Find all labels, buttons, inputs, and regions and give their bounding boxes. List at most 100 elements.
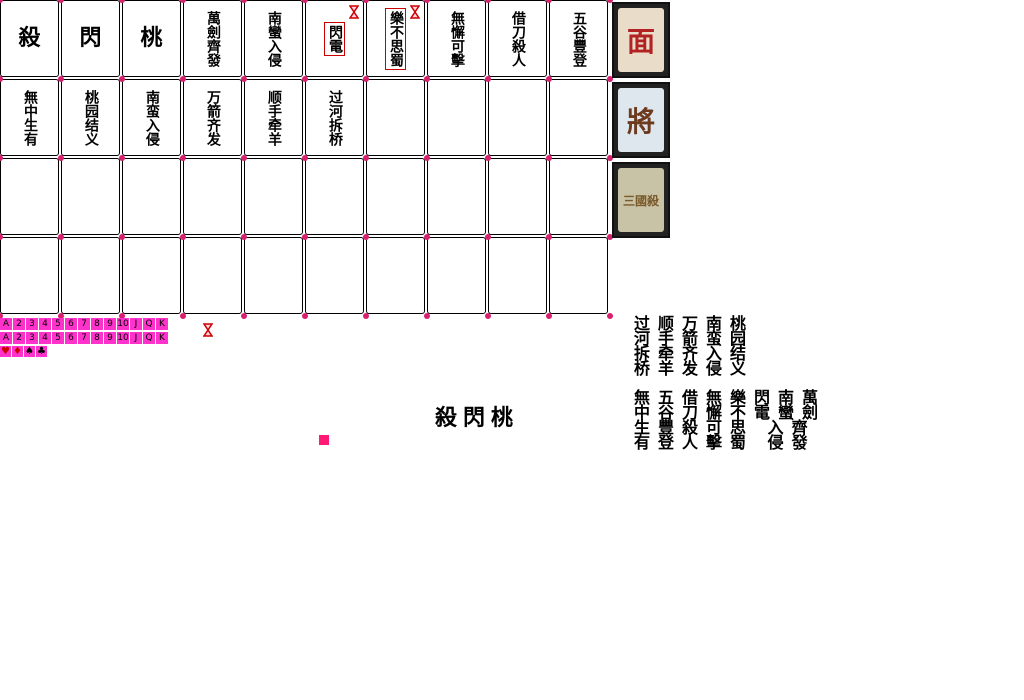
hourglass-icon: [203, 323, 213, 337]
rank-sprite: 3: [26, 332, 38, 344]
grid-corner-dot: [180, 234, 186, 240]
grid-corner-dot: [302, 155, 308, 161]
card-name: 五谷豐登: [571, 10, 587, 67]
glyph-block-traditional: 無五借無樂閃南萬 中谷刀懈不電蠻劍 生豐殺可思 入齊 有登人擊蜀 侵發: [634, 390, 826, 451]
rank-sprite: 2: [13, 332, 25, 344]
glyph-block-simplified: 过顺万南桃 河手箭蛮园 拆牵齐入结 桥羊发侵义: [634, 316, 755, 378]
card-grid: 殺 閃 桃 萬劍齊發 南蠻入侵 閃電 樂不思蜀 無懈可擊 借刀殺人 五谷豐登無中生有 桃园结义 南蛮入…: [0, 0, 613, 319]
card-slot[interactable]: 五谷豐登: [549, 0, 608, 77]
rank-sprite: 5: [52, 332, 64, 344]
grid-corner-dot: [546, 313, 552, 319]
rank-sprite: 8: [91, 318, 103, 330]
card-name: 萬劍齊發: [205, 10, 221, 67]
rank-sprite-row-1: A 2 3 4 5 6 7 8 9 10 J Q K: [0, 318, 169, 331]
grid-corner-dot: [546, 76, 552, 82]
card-slot[interactable]: [366, 237, 425, 314]
face-mask-card-art: 面: [618, 8, 664, 72]
card-name: 桃: [140, 25, 163, 51]
rank-sprite: 5: [52, 318, 64, 330]
grid-corner-dot: [363, 155, 369, 161]
card-slot[interactable]: [366, 79, 425, 156]
grid-corner-dot: [302, 234, 308, 240]
general-card[interactable]: 將: [612, 82, 670, 158]
rank-sprite: 3: [26, 318, 38, 330]
card-slot[interactable]: 桃: [122, 0, 181, 77]
rank-sprite: 2: [13, 318, 25, 330]
rank-sprite: 9: [104, 318, 116, 330]
card-slot[interactable]: [122, 158, 181, 235]
card-slot[interactable]: [61, 237, 120, 314]
general-card-art: 將: [618, 88, 664, 152]
card-slot[interactable]: [549, 79, 608, 156]
grid-corner-dot: [241, 234, 247, 240]
face-mask-card[interactable]: 面: [612, 2, 670, 78]
rank-sprite: Q: [143, 318, 155, 330]
card-slot[interactable]: [122, 237, 181, 314]
card-slot[interactable]: [0, 158, 59, 235]
card-slot[interactable]: 無懈可擊: [427, 0, 486, 77]
suit-icon: ♣: [36, 346, 47, 357]
card-slot[interactable]: 南蛮入侵: [122, 79, 181, 156]
card-name: 借刀殺人: [510, 10, 526, 67]
grid-corner-dot: [302, 76, 308, 82]
card-slot[interactable]: [183, 237, 242, 314]
card-slot[interactable]: 無中生有: [0, 79, 59, 156]
card-slot[interactable]: 樂不思蜀: [366, 0, 425, 77]
rank-sprite: 4: [39, 332, 51, 344]
card-slot[interactable]: 桃园结义: [61, 79, 120, 156]
card-slot[interactable]: [549, 158, 608, 235]
card-slot[interactable]: [183, 158, 242, 235]
card-slot[interactable]: 万箭齐发: [183, 79, 242, 156]
card-slot[interactable]: [0, 237, 59, 314]
card-back[interactable]: 三國殺: [612, 162, 670, 238]
card-slot[interactable]: [305, 237, 364, 314]
grid-corner-dot: [546, 234, 552, 240]
suit-sprite-row: ♥ ♦ ♠ ♣: [0, 346, 48, 359]
card-slot[interactable]: 南蠻入侵: [244, 0, 303, 77]
grid-corner-dot: [241, 313, 247, 319]
card-name: 閃電: [324, 21, 345, 56]
card-slot[interactable]: [549, 237, 608, 314]
card-slot[interactable]: [244, 158, 303, 235]
grid-corner-dot: [58, 234, 64, 240]
grid-corner-dot: [485, 155, 491, 161]
rank-sprite: 10: [117, 318, 129, 330]
rank-sprite: J: [130, 318, 142, 330]
grid-corner-dot: [119, 234, 125, 240]
grid-corner-dot: [241, 76, 247, 82]
card-slot[interactable]: [427, 237, 486, 314]
rank-sprite: J: [130, 332, 142, 344]
card-slot[interactable]: 顺手牵羊: [244, 79, 303, 156]
grid-corner-dot: [58, 76, 64, 82]
card-slot[interactable]: [61, 158, 120, 235]
grid-corner-dot: [363, 234, 369, 240]
grid-corner-dot: [363, 313, 369, 319]
card-slot[interactable]: [427, 158, 486, 235]
rank-sprite: 6: [65, 318, 77, 330]
rank-sprite: 10: [117, 332, 129, 344]
card-slot[interactable]: 閃: [61, 0, 120, 77]
suit-icon: ♦: [12, 346, 23, 357]
card-slot[interactable]: [244, 237, 303, 314]
card-slot[interactable]: 过河拆桥: [305, 79, 364, 156]
card-name: 殺: [18, 25, 41, 51]
rank-sprite: K: [156, 318, 168, 330]
card-slot[interactable]: 借刀殺人: [488, 0, 547, 77]
card-slot[interactable]: [305, 158, 364, 235]
glyph-line: 桥羊发侵义: [634, 359, 755, 378]
grid-corner-dot: [363, 76, 369, 82]
card-slot[interactable]: [488, 237, 547, 314]
card-slot[interactable]: [366, 158, 425, 235]
marker-square: [319, 435, 329, 445]
rank-sprite: 8: [91, 332, 103, 344]
card-slot[interactable]: 殺: [0, 0, 59, 77]
card-name: 樂不思蜀: [385, 7, 406, 70]
card-slot[interactable]: [488, 158, 547, 235]
grid-corner-dot: [485, 313, 491, 319]
card-name: 万箭齐发: [205, 89, 221, 146]
card-slot[interactable]: 閃電: [305, 0, 364, 77]
card-slot[interactable]: 萬劍齊發: [183, 0, 242, 77]
rank-sprite-row-2: A 2 3 4 5 6 7 8 9 10 J Q K: [0, 332, 169, 345]
card-slot[interactable]: [427, 79, 486, 156]
card-slot[interactable]: [488, 79, 547, 156]
